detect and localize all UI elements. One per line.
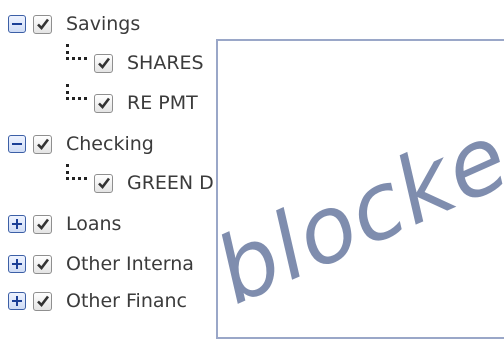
collapse-minus-icon[interactable] xyxy=(8,15,26,33)
expand-plus-icon[interactable] xyxy=(8,255,26,273)
checkbox-other-financial[interactable] xyxy=(33,291,52,311)
checkmark-icon xyxy=(36,138,49,150)
tree-node-checking: Checking xyxy=(8,129,154,159)
tree-connector-line xyxy=(66,84,87,100)
tree-node-label: GREEN D xyxy=(127,172,214,194)
tree-node-green-d: GREEN D xyxy=(94,168,214,198)
tree-node-savings: Savings xyxy=(8,9,140,39)
tree-node-label: Loans xyxy=(66,213,122,235)
blocked-overlay: blocked xyxy=(216,39,504,339)
tree-node-label: RE PMT xyxy=(127,92,198,114)
checkmark-icon xyxy=(97,57,110,69)
tree-node-label: Checking xyxy=(66,133,154,155)
checkmark-icon xyxy=(36,295,49,307)
tree-node-label: SHARES xyxy=(127,52,204,74)
tree-node-re-pmt: RE PMT xyxy=(94,88,198,118)
checkbox-checking[interactable] xyxy=(33,134,52,154)
tree-connector-line xyxy=(66,44,87,60)
checkbox-re-pmt[interactable] xyxy=(94,93,113,113)
tree-node-other-financial: Other Financ xyxy=(8,286,187,316)
tree-node-other-internal: Other Interna xyxy=(8,249,194,279)
tree-node-shares: SHARES xyxy=(94,48,204,78)
checkbox-other-internal[interactable] xyxy=(33,254,52,274)
collapse-minus-icon[interactable] xyxy=(8,135,26,153)
checkmark-icon xyxy=(97,177,110,189)
blocked-overlay-text: blocked xyxy=(216,78,504,326)
tree-node-label: Other Financ xyxy=(66,290,187,312)
checkmark-icon xyxy=(36,258,49,270)
expand-plus-icon[interactable] xyxy=(8,292,26,310)
expand-plus-icon[interactable] xyxy=(8,215,26,233)
tree-node-loans: Loans xyxy=(8,209,121,239)
checkmark-icon xyxy=(97,97,110,109)
checkmark-icon xyxy=(36,218,49,230)
checkbox-loans[interactable] xyxy=(33,214,52,234)
tree-node-label: Savings xyxy=(66,13,141,35)
checkbox-green-d[interactable] xyxy=(94,173,113,193)
checkbox-savings[interactable] xyxy=(33,14,52,34)
tree-connector-line xyxy=(66,164,87,180)
checkbox-shares[interactable] xyxy=(94,53,113,73)
checkmark-icon xyxy=(36,18,49,30)
tree-node-label: Other Interna xyxy=(66,253,194,275)
